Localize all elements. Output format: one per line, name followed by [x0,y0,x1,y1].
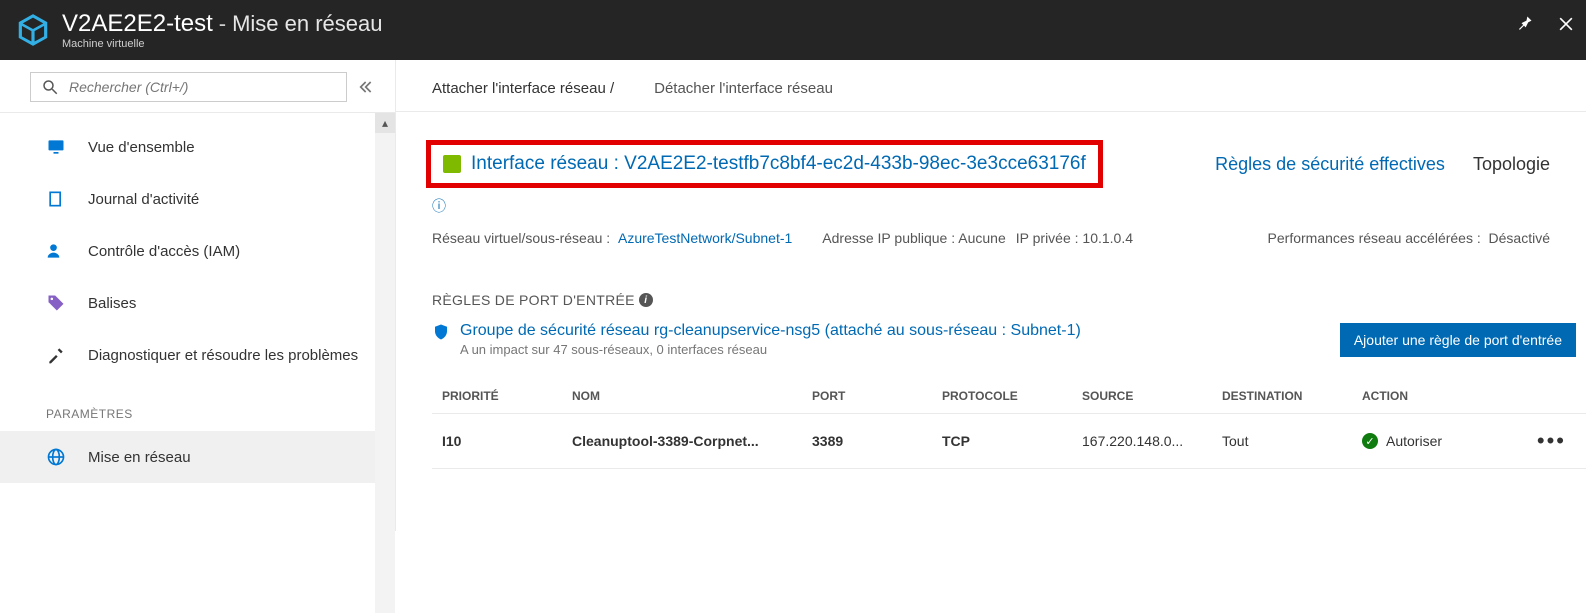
resource-name: V2AE2E2-test [62,10,213,38]
info-icon[interactable]: i [639,293,653,307]
col-destination[interactable]: DESTINATION [1212,379,1352,414]
accel-value: Désactivé [1489,230,1550,246]
pin-icon[interactable] [1514,14,1534,34]
detach-nic-button[interactable]: Détacher l'interface réseau [654,80,833,97]
nav-networking[interactable]: Mise en réseau [0,431,395,483]
vnet-link[interactable]: AzureTestNetwork/Subnet-1 [618,230,792,246]
private-ip-value: 10.1.0.4 [1082,230,1133,246]
col-port[interactable]: PORT [802,379,932,414]
sidebar: Rechercher (Ctrl+/) ▴ Vue d'ensemble Jou… [0,60,396,531]
nav-diagnose[interactable]: Diagnostiquer et résoudre les problèmes [0,329,395,381]
table-row[interactable]: I10 Cleanuptool-3389-Corpnet... 3389 TCP… [432,414,1586,469]
collapse-sidebar-icon[interactable] [359,77,379,97]
main-content: Attacher l'interface réseau / Détacher l… [396,60,1586,531]
search-input[interactable]: Rechercher (Ctrl+/) [30,72,347,102]
add-inbound-rule-button[interactable]: Ajouter une règle de port d'entrée [1340,323,1576,357]
tag-icon [46,293,66,313]
topology-link[interactable]: Topologie [1473,154,1550,175]
nsg-impact-text: A un impact sur 47 sous-réseaux, 0 inter… [460,342,1081,357]
nav-tags[interactable]: Balises [0,277,395,329]
nic-meta-row: Réseau virtuel/sous-réseau : AzureTestNe… [396,216,1586,246]
blade-header: V2AE2E2-test - Mise en réseau Machine vi… [0,0,1586,60]
shield-icon [432,322,450,342]
search-icon [41,78,59,96]
row-menu-button[interactable]: ••• [1502,414,1586,469]
nav-overview[interactable]: Vue d'ensemble [0,121,395,173]
globe-icon [46,447,66,467]
col-source[interactable]: SOURCE [1072,379,1212,414]
nic-highlight-box: Interface réseau : V2AE2E2-testfb7c8bf4-… [426,140,1103,188]
scroll-up-icon[interactable]: ▴ [375,113,395,133]
resource-type: Machine virtuelle [62,38,383,50]
effective-rules-link[interactable]: Règles de sécurité effectives [1215,154,1445,175]
nav-iam[interactable]: Contrôle d'accès (IAM) [0,225,395,277]
nav-activity-log[interactable]: Journal d'activité [0,173,395,225]
book-icon [46,189,66,209]
blade-title: Mise en réseau [232,11,382,37]
nic-icon [443,155,461,173]
vm-icon [14,11,52,49]
inbound-rules-table: PRIORITÉ NOM PORT PROTOCOLE SOURCE DESTI… [432,379,1586,469]
info-icon[interactable]: ⓘ [432,196,1586,216]
people-icon [46,241,66,261]
nav-section-settings: PARAMÈTRES [0,381,395,431]
col-protocol[interactable]: PROTOCOLE [932,379,1072,414]
tools-icon [46,345,66,365]
col-priority[interactable]: PRIORITÉ [432,379,562,414]
attach-nic-button[interactable]: Attacher l'interface réseau / [432,80,614,97]
nic-link[interactable]: Interface réseau : V2AE2E2-testfb7c8bf4-… [471,153,1086,175]
nsg-link[interactable]: Groupe de sécurité réseau rg-cleanupserv… [460,322,1081,340]
nav-list: ▴ Vue d'ensemble Journal d'activité Cont… [0,113,395,483]
toolbar: Attacher l'interface réseau / Détacher l… [396,80,1586,112]
allow-icon: ✓ [1362,433,1378,449]
col-name[interactable]: NOM [562,379,802,414]
scrollbar[interactable]: ▴ [375,113,395,613]
inbound-rules-title: RÈGLES DE PORT D'ENTRÉE i [396,246,1586,308]
public-ip-value: Aucune [958,230,1005,246]
monitor-icon [46,137,66,157]
col-action[interactable]: ACTION [1352,379,1502,414]
close-icon[interactable] [1556,14,1576,34]
